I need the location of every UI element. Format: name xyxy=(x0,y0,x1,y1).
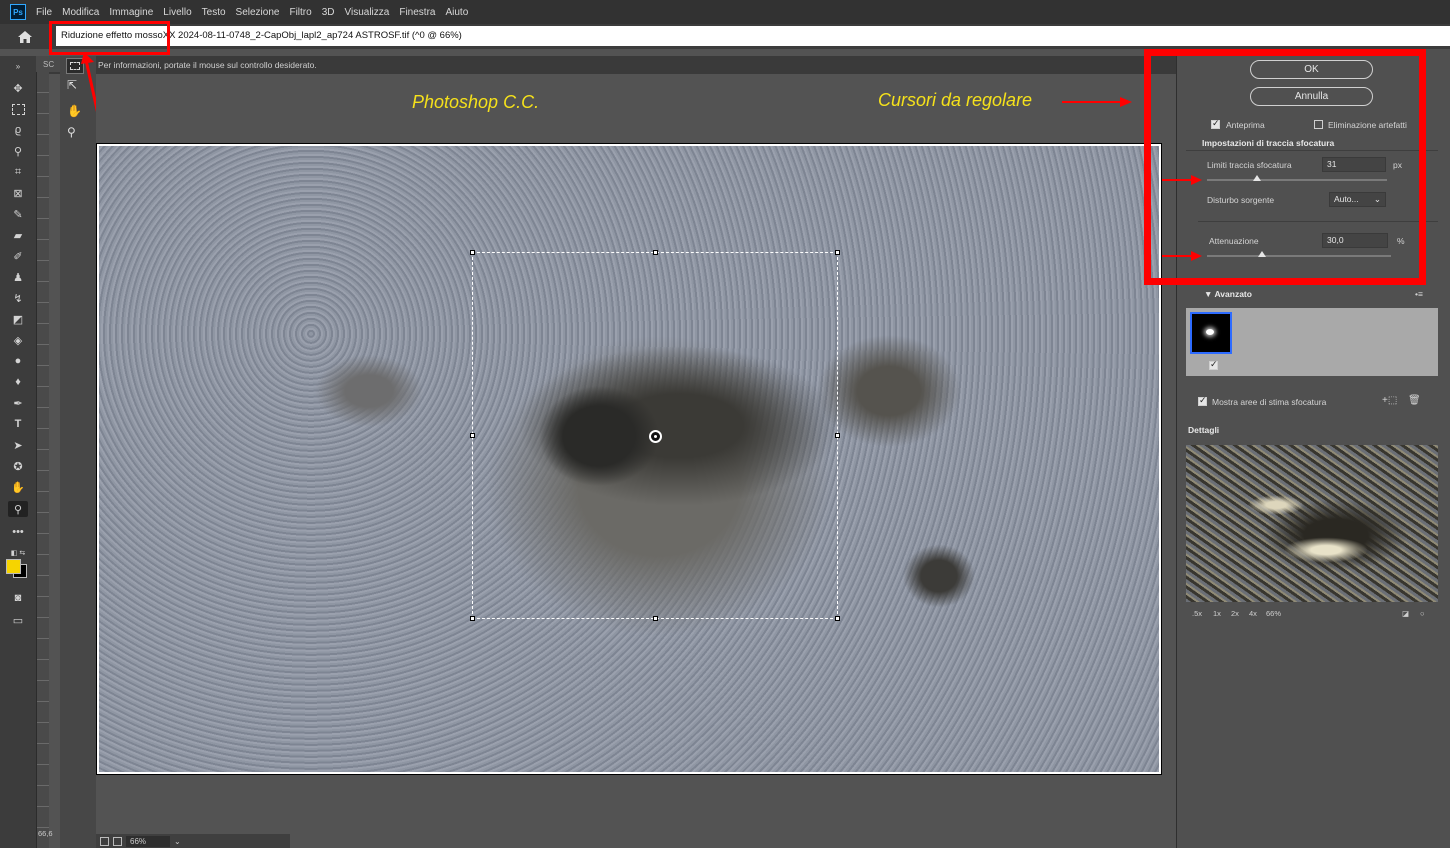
trace-enabled-checkbox[interactable] xyxy=(1209,359,1218,370)
brush-tool-icon[interactable]: ✐ xyxy=(8,248,28,264)
gradient-tool-icon[interactable]: ◈ xyxy=(8,332,28,348)
eraser-tool-icon[interactable]: ◩ xyxy=(8,311,28,327)
tools-panel: » ✥ ϱ ⚲ ⌗ ⊠ ✎ ▰ ✐ ♟ ↯ ◩ ◈ ● ♦ ✒ T ➤ ✪ ✋ … xyxy=(0,56,36,848)
triangle-down-icon: ▼ xyxy=(1204,289,1215,299)
menu-immagine[interactable]: Immagine xyxy=(109,7,153,18)
tab-stub: SC xyxy=(43,60,55,69)
menu-modifica[interactable]: Modifica xyxy=(62,7,99,18)
screen-mode-icon[interactable]: ▭ xyxy=(8,612,28,628)
menu-bar: Ps File Modifica Immagine Livello Testo … xyxy=(0,0,1450,24)
selection-handle[interactable] xyxy=(653,250,658,255)
menu-testo[interactable]: Testo xyxy=(202,7,226,18)
detail-zoom-1x[interactable]: 1x xyxy=(1213,609,1221,618)
frame-tool-icon[interactable]: ⊠ xyxy=(8,185,28,201)
shape-tool-icon[interactable]: ✪ xyxy=(8,458,28,474)
selection-center-icon[interactable] xyxy=(649,430,662,443)
detail-zoom-05x[interactable]: .5x xyxy=(1192,609,1202,618)
menu-aiuto[interactable]: Aiuto xyxy=(445,7,468,18)
zoom-input[interactable]: 66% xyxy=(126,835,170,847)
details-heading: Dettagli xyxy=(1188,425,1220,435)
home-icon xyxy=(18,31,32,43)
detail-zoom-4x[interactable]: 4x xyxy=(1249,609,1257,618)
menu-filtro[interactable]: Filtro xyxy=(289,7,311,18)
panel-menu-icon[interactable]: •≡ xyxy=(1415,289,1423,299)
foreground-color-swatch[interactable] xyxy=(6,559,21,574)
dodge-tool-icon[interactable]: ♦ xyxy=(8,374,28,390)
zoom-tool-icon[interactable]: ⚲ xyxy=(8,501,28,517)
eyedropper-tool-icon[interactable]: ✎ xyxy=(8,206,28,222)
vertical-ruler xyxy=(36,72,49,848)
unlock-icon[interactable]: ◪ xyxy=(1402,609,1409,618)
add-icon[interactable] xyxy=(113,836,122,846)
advanced-section-toggle[interactable]: ▼ Avanzato xyxy=(1204,289,1252,299)
side-zoom-readout: 66,6 xyxy=(38,829,53,838)
menu-3d[interactable]: 3D xyxy=(322,7,335,18)
zoom-tool-icon[interactable]: ⚲ xyxy=(67,125,76,139)
pen-tool-icon[interactable]: ✒ xyxy=(8,395,28,411)
title-bar: Riduzione effetto mossoXX 2024-08-11-074… xyxy=(0,24,1450,49)
home-button[interactable] xyxy=(8,27,42,47)
menu-finestra[interactable]: Finestra xyxy=(399,7,435,18)
menu-livello[interactable]: Livello xyxy=(163,7,191,18)
trash-icon[interactable]: 🗑 xyxy=(1408,395,1421,406)
dialog-title-field: Riduzione effetto mossoXX 2024-08-11-074… xyxy=(56,26,1450,46)
annotation-arrow-attenuation xyxy=(1162,251,1202,261)
collapse-icon[interactable]: » xyxy=(8,58,28,74)
menu-file[interactable]: File xyxy=(36,7,52,18)
marquee-tool-icon[interactable] xyxy=(8,101,28,117)
info-text: Per informazioni, portate il mouse sul c… xyxy=(98,60,317,70)
crop-tool-icon[interactable]: ⌗ xyxy=(8,164,28,180)
document-name: XX 2024-08-11-0748_2-CapObj_lapl2_ap724 … xyxy=(162,30,462,41)
annotation-arrow-right xyxy=(1062,97,1132,107)
annotation-title-box xyxy=(49,21,170,55)
quick-mask-icon[interactable]: ◙ xyxy=(8,590,28,606)
blur-trace-thumbnail[interactable] xyxy=(1190,312,1232,354)
selection-handle[interactable] xyxy=(470,250,475,255)
blur-direction-tool-icon[interactable]: ⇱ xyxy=(67,78,77,92)
selection-handle[interactable] xyxy=(835,433,840,438)
detail-zoom-66[interactable]: 66% xyxy=(1266,609,1281,618)
circle-icon[interactable]: ○ xyxy=(1420,609,1425,618)
annotation-arrow-trace xyxy=(1162,175,1202,185)
type-tool-icon[interactable]: T xyxy=(8,416,28,432)
quick-select-tool-icon[interactable]: ⚲ xyxy=(8,143,28,159)
menu-selezione[interactable]: Selezione xyxy=(236,7,280,18)
dialog-tools-panel: ⇱ ✋ ⚲ xyxy=(60,56,96,848)
detail-zoom-2x[interactable]: 2x xyxy=(1231,609,1239,618)
show-areas-checkbox[interactable] xyxy=(1198,395,1207,406)
selection-handle[interactable] xyxy=(835,616,840,621)
blur-tool-icon[interactable]: ● xyxy=(8,353,28,369)
chevron-down-icon[interactable]: ⌄ xyxy=(174,837,181,846)
menu-visualizza[interactable]: Visualizza xyxy=(345,7,390,18)
lasso-tool-icon[interactable]: ϱ xyxy=(8,122,28,138)
annotation-note-left: Photoshop C.C. xyxy=(412,92,540,112)
add-trace-icon[interactable]: +⬚ xyxy=(1382,395,1397,406)
hand-tool-icon[interactable]: ✋ xyxy=(8,479,28,495)
selection-handle[interactable] xyxy=(653,616,658,621)
status-bar: 66% ⌄ xyxy=(96,834,290,848)
advanced-label: Avanzato xyxy=(1214,289,1252,299)
more-tools-icon[interactable]: ••• xyxy=(8,524,28,540)
detail-preview[interactable] xyxy=(1186,445,1438,602)
path-select-tool-icon[interactable]: ➤ xyxy=(8,437,28,453)
screen-mode-icon[interactable] xyxy=(100,836,109,846)
photoshop-logo-icon: Ps xyxy=(10,4,26,20)
history-brush-tool-icon[interactable]: ↯ xyxy=(8,290,28,306)
ruler-corner: SC xyxy=(36,56,60,72)
move-tool-icon[interactable]: ✥ xyxy=(8,80,28,96)
selection-handle[interactable] xyxy=(835,250,840,255)
selection-handle[interactable] xyxy=(470,616,475,621)
annotation-note-right: Cursori da regolare xyxy=(878,90,1033,110)
selection-handle[interactable] xyxy=(470,433,475,438)
show-areas-label: Mostra aree di stima sfocatura xyxy=(1212,397,1327,407)
stamp-tool-icon[interactable]: ♟ xyxy=(8,269,28,285)
healing-tool-icon[interactable]: ▰ xyxy=(8,227,28,243)
